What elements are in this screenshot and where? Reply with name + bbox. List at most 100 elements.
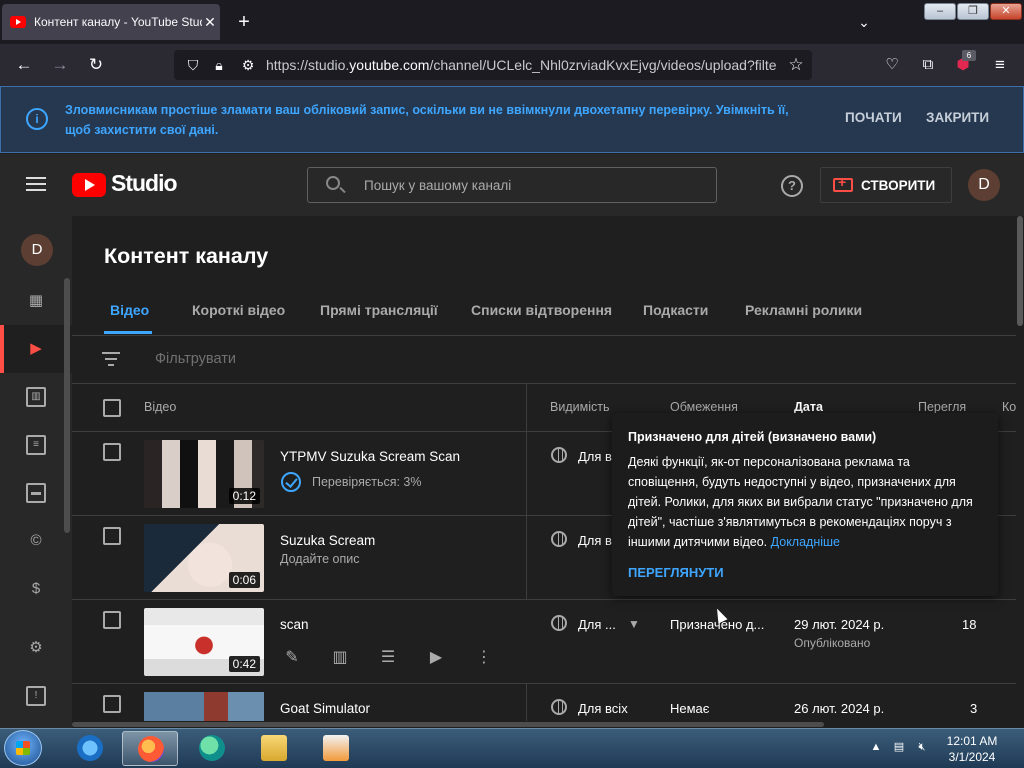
tab-shorts[interactable]: Короткі відео — [192, 302, 285, 318]
tab-promotions[interactable]: Рекламні ролики — [745, 302, 862, 318]
bookmark-star-icon[interactable]: ☆ — [783, 52, 809, 78]
video-title[interactable]: Goat Simulator — [280, 701, 370, 716]
row-checkbox[interactable] — [103, 443, 121, 461]
create-button[interactable]: СТВОРИТИ — [820, 167, 952, 203]
video-thumbnail[interactable]: 0:42 — [144, 608, 264, 676]
banner-start-button[interactable]: ПОЧАТИ — [845, 110, 902, 125]
video-description-placeholder[interactable]: Додайте опис — [280, 552, 359, 566]
video-thumbnail[interactable]: 0:06 — [144, 524, 264, 592]
column-header-views[interactable]: Перегля — [918, 400, 966, 414]
new-tab-button[interactable]: + — [232, 10, 256, 34]
reload-icon[interactable]: ↻ — [83, 52, 109, 78]
visibility-value[interactable]: Для всіх — [578, 701, 628, 716]
visibility-dropdown-caret-icon[interactable]: ▼ — [628, 617, 640, 631]
row-checkbox[interactable] — [103, 527, 121, 545]
taskbar-media-player[interactable] — [308, 731, 364, 766]
window-restore-button[interactable]: ❐ — [957, 3, 989, 20]
video-title[interactable]: Suzuka Scream — [280, 533, 375, 548]
edge-icon — [199, 735, 225, 761]
learn-more-link[interactable]: Докладніше — [771, 535, 840, 549]
sidebar-item-feedback[interactable]: ! — [0, 672, 72, 720]
account-avatar[interactable]: D — [968, 169, 1000, 201]
extension-badge: 6 — [962, 50, 976, 61]
sidebar-item-comments[interactable]: ≡ — [0, 421, 72, 469]
edit-pencil-icon[interactable]: ✎ — [280, 646, 304, 670]
tray-expand-icon[interactable]: ▲ — [868, 740, 884, 754]
sidebar-item-content[interactable]: ▶ — [0, 325, 72, 373]
network-icon[interactable]: ▤ — [891, 740, 907, 754]
row-checkbox[interactable] — [103, 611, 121, 629]
checking-status-icon — [281, 472, 301, 492]
restriction-value[interactable]: Немає — [670, 701, 709, 716]
select-all-checkbox[interactable] — [103, 399, 121, 417]
tab-close-icon[interactable]: ✕ — [202, 14, 218, 31]
forward-arrow-icon[interactable]: → — [47, 52, 73, 78]
sidebar-item-earn[interactable]: $ — [0, 565, 72, 613]
start-button[interactable] — [4, 730, 42, 766]
video-thumbnail[interactable]: 0:12 — [144, 440, 264, 508]
filter-icon[interactable] — [102, 352, 120, 366]
horizontal-scrollbar[interactable] — [72, 722, 824, 727]
taskbar-explorer[interactable] — [246, 731, 302, 766]
earn-dollar-icon: $ — [31, 580, 41, 597]
filter-input[interactable]: Фільтрувати — [155, 351, 236, 367]
studio-logo-text[interactable]: Studio — [111, 170, 178, 197]
lock-icon[interactable]: 🔒︎ — [206, 52, 232, 78]
more-options-icon[interactable]: ⋮ — [472, 646, 496, 670]
sidebar-scrollbar[interactable] — [64, 278, 70, 533]
sidebar-item-subtitles[interactable]: ▬ — [0, 469, 72, 517]
video-checking-status: Перевіряється: 3% — [312, 475, 422, 489]
browser-tab[interactable]: Контент каналу - YouTube Studio ✕ — [2, 4, 220, 40]
pocket-icon[interactable]: ♡ — [879, 52, 905, 78]
clock-date: 3/1/2024 — [948, 750, 996, 764]
tab-videos[interactable]: Відео — [110, 302, 149, 318]
analytics-icon: ▥ — [26, 387, 46, 407]
tab-playlists[interactable]: Списки відтворення — [471, 302, 612, 318]
volume-muted-icon[interactable]: 🔇︎ — [914, 740, 930, 754]
row-checkbox[interactable] — [103, 695, 121, 713]
tab-live[interactable]: Прямі трансляції — [320, 302, 438, 318]
channel-avatar[interactable]: D — [21, 234, 53, 266]
info-icon: i — [26, 108, 48, 130]
column-header-date[interactable]: Дата — [794, 400, 823, 414]
back-arrow-icon[interactable]: ← — [11, 52, 37, 78]
extensions-icon[interactable]: ⧉ — [915, 52, 941, 78]
permissions-icon[interactable]: ⚙ — [235, 52, 261, 78]
column-header-visibility[interactable]: Видимість — [550, 400, 609, 414]
sidebar-item-settings[interactable]: ⚙ — [0, 624, 72, 672]
column-header-comments[interactable]: Ко — [1002, 400, 1016, 414]
youtube-logo-icon[interactable] — [72, 173, 106, 197]
banner-close-button[interactable]: ЗАКРИТИ — [926, 110, 989, 125]
video-title[interactable]: YTPMV Suzuka Scream Scan — [280, 449, 460, 464]
help-icon[interactable]: ? — [781, 175, 803, 197]
media-player-icon — [323, 735, 349, 761]
visibility-value[interactable]: Для ... — [578, 617, 616, 632]
taskbar-clock[interactable]: 12:01 AM 3/1/2024 — [940, 733, 1004, 765]
sidebar-item-analytics[interactable]: ▥ — [0, 373, 72, 421]
analytics-icon[interactable]: ▥ — [328, 646, 352, 670]
tab-podcasts[interactable]: Подкасти — [643, 302, 708, 318]
taskbar-firefox[interactable] — [122, 731, 178, 766]
video-thumbnail[interactable] — [144, 692, 264, 721]
comments-icon[interactable]: ☰ — [376, 646, 400, 670]
shield-icon[interactable]: ⛉ — [180, 52, 206, 78]
review-button[interactable]: ПЕРЕГЛЯНУТИ — [628, 565, 724, 580]
video-title[interactable]: scan — [280, 617, 309, 632]
window-close-button[interactable]: ✕ — [990, 3, 1022, 20]
sidebar-item-dashboard[interactable]: ▦ — [0, 277, 72, 325]
page-title: Контент каналу — [104, 244, 269, 268]
visibility-value[interactable]: Для в — [578, 449, 612, 464]
app-menu-icon[interactable]: ≡ — [987, 52, 1013, 78]
sidebar-item-copyright[interactable]: © — [0, 517, 72, 565]
youtube-play-icon[interactable]: ▶ — [424, 646, 448, 670]
taskbar-edge[interactable] — [184, 731, 240, 766]
visibility-value[interactable]: Для в — [578, 533, 612, 548]
list-tabs-chevron-icon[interactable]: ⌄ — [852, 10, 876, 34]
taskbar-internet-explorer[interactable] — [62, 731, 118, 766]
window-minimize-button[interactable]: – — [924, 3, 956, 20]
hamburger-menu-icon[interactable] — [26, 177, 46, 191]
page-scrollbar[interactable] — [1017, 216, 1023, 326]
column-header-restrictions[interactable]: Обмеження — [670, 400, 738, 414]
public-globe-icon — [551, 615, 567, 631]
url-text[interactable]: https://studio.youtube.com/channel/UCLel… — [266, 57, 776, 75]
